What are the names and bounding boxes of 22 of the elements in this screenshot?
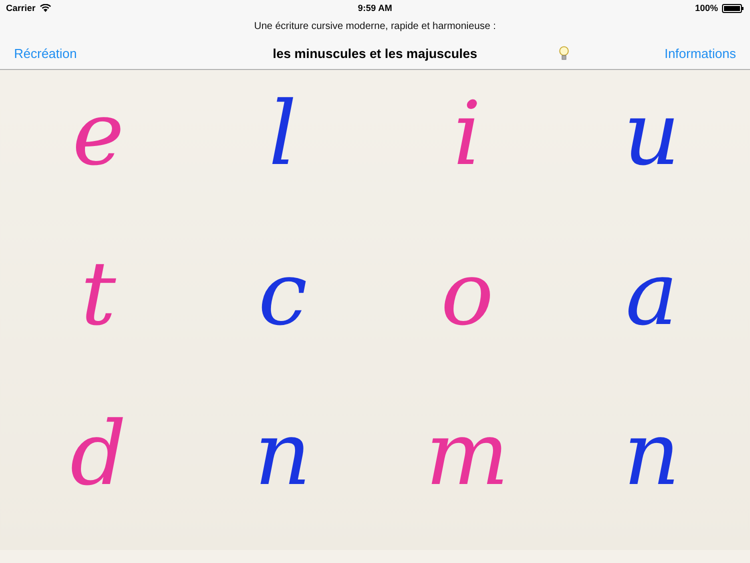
informations-link[interactable]: Informations — [664, 46, 736, 61]
status-time: 9:59 AM — [358, 3, 392, 13]
cursive-letter[interactable]: d — [70, 410, 126, 498]
wifi-icon — [40, 4, 51, 12]
cursive-letter[interactable]: a — [626, 250, 678, 338]
carrier-name: Carrier — [6, 3, 36, 13]
cursive-letter[interactable]: c — [258, 250, 308, 338]
battery-percent: 100% — [694, 3, 718, 13]
recreation-link[interactable]: Récréation — [14, 46, 77, 61]
cursive-letter[interactable]: i — [453, 90, 482, 178]
cursive-letter[interactable]: e — [72, 90, 124, 178]
cursive-letter[interactable]: o — [440, 250, 494, 338]
cursive-letter[interactable]: l — [268, 90, 297, 178]
battery-icon — [722, 4, 744, 12]
cursive-letter[interactable]: n — [623, 410, 680, 498]
cursive-letter[interactable]: n — [254, 410, 312, 498]
nav-title: les minuscules et les majuscules — [272, 46, 478, 61]
cursive-letter[interactable]: t — [80, 250, 116, 338]
cursive-letter[interactable]: u — [623, 90, 680, 178]
lightbulb-icon[interactable] — [559, 46, 569, 61]
subtitle: Une écriture cursive moderne, rapide et harmonieuse : — [253, 20, 497, 34]
cursive-letter[interactable]: m — [426, 410, 509, 498]
